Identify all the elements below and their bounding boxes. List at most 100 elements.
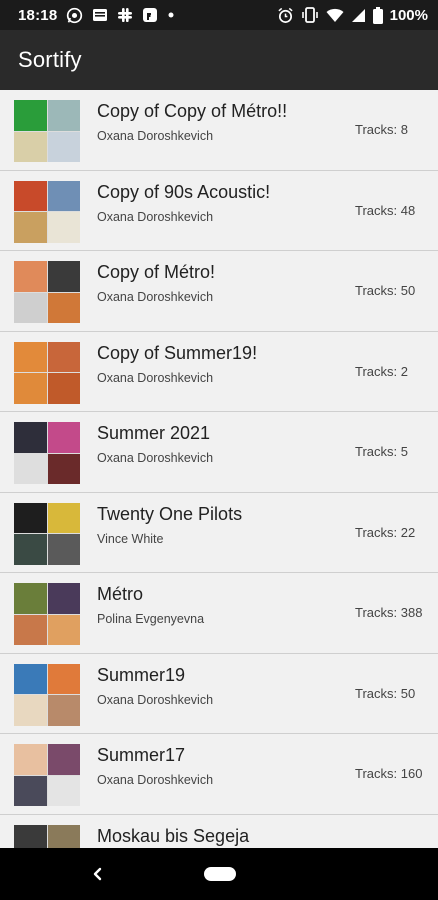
album-art-tile — [47, 180, 80, 211]
album-art-tile — [14, 663, 47, 694]
playlist-track-count: Tracks: 8 — [355, 122, 408, 137]
album-art-tile — [47, 212, 80, 243]
album-art-tile — [14, 212, 47, 243]
dot-icon — [167, 11, 175, 19]
album-art-tile — [47, 744, 80, 775]
playlist-row[interactable]: Summer17 Oxana Doroshkevich Tracks: 160 — [0, 734, 438, 815]
playlist-cover-image — [14, 663, 80, 726]
album-art-tile — [47, 583, 80, 614]
album-art-tile — [47, 453, 80, 484]
playlist-cover-image — [14, 422, 80, 484]
album-art-tile — [47, 502, 80, 533]
home-pill-icon[interactable] — [204, 867, 236, 881]
playlist-row[interactable]: Moskau bis Segeja — [0, 814, 438, 848]
playlist-row[interactable]: Copy of Copy of Métro!! Oxana Doroshkevic… — [0, 90, 438, 171]
playlist-name: Copy of Copy of Métro!! — [97, 101, 288, 121]
playlist-owner: Oxana Doroshkevich — [97, 451, 214, 465]
playlist-track-count: Tracks: 50 — [355, 283, 416, 298]
alarm-icon — [277, 7, 294, 24]
fb-messenger-icon — [142, 7, 158, 23]
vibrate-icon — [301, 7, 319, 23]
playlist-cover-image — [14, 744, 80, 806]
album-art-tile — [14, 131, 47, 162]
playlist-cover-image — [14, 341, 80, 404]
playlist-cover-image — [14, 824, 80, 848]
album-art-tile — [47, 261, 80, 292]
playlist-track-count: Tracks: 48 — [355, 202, 416, 218]
album-art-tile — [47, 824, 80, 848]
playlist-cover-image — [14, 261, 80, 323]
playlist-track-count: Tracks: 22 — [355, 524, 416, 540]
playlist-owner: Oxana Doroshkevich — [97, 209, 214, 224]
playlist-owner: Polina Evgenyevna — [97, 612, 205, 626]
playlist-track-count: Tracks: 2 — [355, 363, 408, 379]
album-art-tile — [47, 422, 80, 453]
playlist-row[interactable]: Copy of Summer19! Oxana Doroshkevich Track… — [0, 331, 438, 412]
slack-icon — [117, 7, 133, 23]
playlist-row[interactable]: Métro Polina Evgenyevna Tracks: 388 — [0, 573, 438, 654]
album-art-tile — [14, 180, 47, 211]
playlist-list[interactable]: Copy of Copy of Métro!! Oxana Doroshkevic… — [0, 90, 438, 848]
playlist-row[interactable]: Copy of Métro! Oxana Doroshkevich Tracks: … — [0, 251, 438, 332]
playlist-owner: Oxana Doroshkevich — [97, 773, 214, 787]
album-art-tile — [47, 663, 80, 694]
playlist-track-count: Tracks: 5 — [355, 444, 408, 459]
wifi-icon — [326, 8, 344, 23]
album-art-tile — [47, 131, 80, 162]
playlist-cover-image — [14, 100, 80, 162]
playlist-name: Summer17 — [97, 745, 186, 765]
album-art-tile — [47, 614, 80, 645]
playlist-row[interactable]: Copy of 90s Acoustic! Oxana Doroshkevich T… — [0, 170, 438, 251]
album-art-tile — [47, 100, 80, 131]
album-art-tile — [14, 453, 47, 484]
playlist-cover-image — [14, 180, 80, 243]
album-art-tile — [14, 292, 47, 323]
playlist-track-count: Tracks: 160 — [355, 766, 423, 781]
playlist-row[interactable]: Summer19 Oxana Doroshkevich Tracks: 50 — [0, 653, 438, 734]
battery-icon — [372, 6, 383, 24]
album-art-tile — [14, 261, 47, 292]
album-art-tile — [47, 534, 80, 565]
navigation-bar — [0, 848, 438, 900]
album-art-tile — [14, 373, 47, 404]
playlist-track-count: Tracks: 50 — [355, 685, 416, 701]
album-art-tile — [47, 341, 80, 372]
album-art-tile — [47, 695, 80, 726]
news-icon — [92, 7, 108, 23]
playlist-owner: Oxana Doroshkevich — [97, 129, 214, 143]
playlist-name: Copy of 90s Acoustic! — [97, 181, 271, 202]
playlist-name: Summer19 — [97, 664, 186, 685]
playlist-owner: Oxana Doroshkevich — [97, 692, 214, 707]
album-art-tile — [14, 534, 47, 565]
app-title: Sortify — [18, 47, 82, 72]
playlist-cover-image — [14, 502, 80, 565]
whatsapp-icon — [66, 7, 83, 24]
album-art-tile — [14, 775, 47, 806]
status-bar: 18:18 100% — [0, 0, 438, 30]
album-art-tile — [14, 341, 47, 372]
album-art-tile — [47, 292, 80, 323]
album-art-tile — [14, 502, 47, 533]
album-art-tile — [14, 100, 47, 131]
back-chevron-icon[interactable] — [89, 865, 107, 883]
album-art-tile — [47, 373, 80, 404]
playlist-name: Copy of Summer19! — [97, 342, 258, 363]
status-time: 18:18 — [18, 6, 58, 24]
playlist-name: Moskau bis Segeja — [97, 825, 250, 846]
album-art-tile — [14, 824, 47, 848]
playlist-row[interactable]: Twenty One Pilots Vince White Tracks: 22 — [0, 492, 438, 573]
playlist-owner: Oxana Doroshkevich — [97, 370, 214, 385]
playlist-name: Summer 2021 — [97, 423, 211, 443]
playlist-owner: Vince White — [97, 531, 164, 546]
signal-icon — [351, 8, 366, 23]
playlist-name: Twenty One Pilots — [97, 503, 243, 524]
playlist-cover-image — [14, 583, 80, 645]
playlist-name: Copy of Métro! — [97, 262, 216, 282]
album-art-tile — [14, 695, 47, 726]
album-art-tile — [14, 422, 47, 453]
album-art-tile — [14, 583, 47, 614]
battery-percent: 100% — [389, 6, 428, 24]
album-art-tile — [14, 614, 47, 645]
playlist-row[interactable]: Summer 2021 Oxana Doroshkevich Tracks: 5 — [0, 412, 438, 493]
playlist-owner: Oxana Doroshkevich — [97, 290, 214, 304]
